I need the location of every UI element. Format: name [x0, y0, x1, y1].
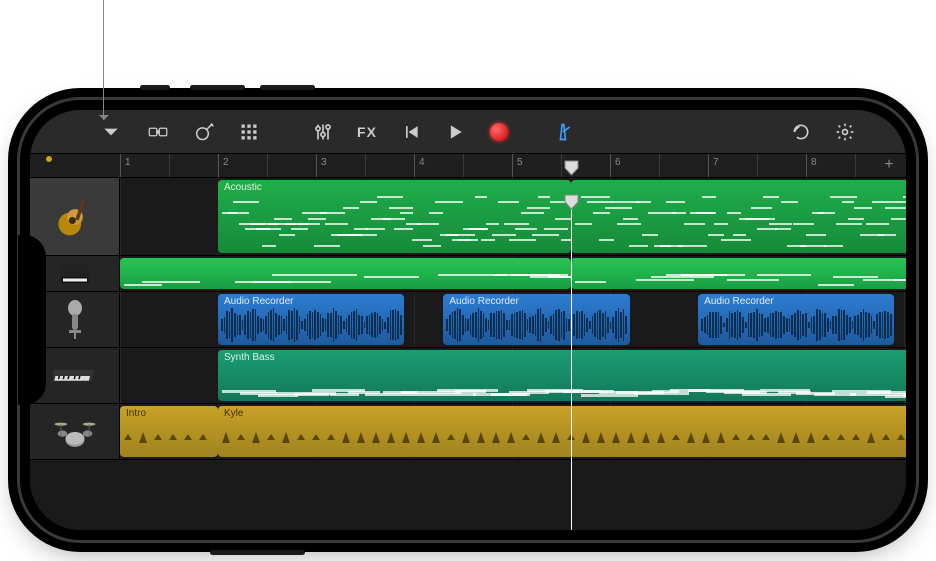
ruler-bar-1: 1: [120, 154, 131, 177]
track-vocal: Audio Recorder Audio Recorder Audio Record…: [30, 292, 906, 348]
track-lane-synthbass[interactable]: Synth Bass: [120, 348, 906, 403]
grand-piano-icon: [57, 261, 93, 287]
app-screen: FX: [30, 110, 906, 530]
region-label: Audio Recorder: [449, 296, 623, 307]
add-section-button[interactable]: +: [880, 156, 898, 174]
region-acoustic-1[interactable]: [571, 180, 906, 253]
browser-button[interactable]: [134, 117, 182, 147]
ruler-bar-3: 3: [316, 154, 327, 177]
tracks-view-button[interactable]: [228, 117, 270, 147]
ruler-bar-6: 6: [610, 154, 621, 177]
region-acoustic-0[interactable]: Acoustic: [218, 180, 571, 253]
instrument-button[interactable]: [184, 117, 226, 147]
annotation-callout-line: [103, 0, 104, 120]
phone-notch: [18, 235, 46, 405]
ruler-bar-2: 2: [218, 154, 229, 177]
region-label: Audio Recorder: [224, 296, 398, 307]
ruler[interactable]: 1 2 3 4 5 6 7 8 +: [30, 154, 906, 178]
region-label: Acoustic: [224, 182, 565, 193]
ruler-playhead-handle[interactable]: [564, 160, 579, 179]
region-drummer-1[interactable]: Kyle: [218, 406, 906, 457]
drum-kit-icon: [53, 415, 97, 449]
track-lane-vocal[interactable]: Audio Recorder Audio Recorder Audio Record…: [120, 292, 906, 347]
playhead[interactable]: [571, 202, 572, 530]
region-label: Synth Bass: [224, 352, 906, 363]
record-button[interactable]: [478, 117, 520, 147]
playhead-handle-icon: [564, 194, 579, 210]
region-label: Kyle: [224, 408, 906, 419]
track-header-drummer[interactable]: [30, 404, 120, 459]
ruler-bar-5: 5: [512, 154, 523, 177]
phone-frame: FX: [20, 100, 916, 540]
loop-browser-button[interactable]: [780, 117, 822, 147]
tracks-area: AcousticAudio RecorderAudio RecorderAudi…: [30, 178, 906, 530]
region-vocal-2[interactable]: Audio Recorder: [698, 294, 894, 345]
phone-volume-up: [190, 85, 245, 90]
track-header-acoustic[interactable]: [30, 178, 120, 255]
track-lane-drummer[interactable]: Intro Kyle: [120, 404, 906, 459]
cycle-marker[interactable]: [46, 156, 52, 162]
settings-button[interactable]: [824, 117, 866, 147]
keyboard-synth-icon: [53, 364, 97, 388]
microphone-icon: [63, 300, 87, 340]
toolbar: FX: [30, 110, 906, 154]
track-lane-acoustic[interactable]: Acoustic: [120, 178, 906, 255]
record-icon: [490, 123, 508, 141]
phone-side-button: [210, 550, 305, 555]
phone-silent-switch: [140, 85, 170, 90]
track-acoustic: Acoustic: [30, 178, 906, 256]
track-keys: [30, 256, 906, 292]
track-controls-button[interactable]: [302, 117, 344, 147]
region-keys-1[interactable]: [571, 258, 906, 289]
region-vocal-0[interactable]: Audio Recorder: [218, 294, 404, 345]
ruler-bar-7: 7: [708, 154, 719, 177]
region-drummer-0[interactable]: Intro: [120, 406, 218, 457]
region-keys-0[interactable]: [120, 258, 571, 289]
phone-volume-down: [260, 85, 315, 90]
track-lane-keys[interactable]: [120, 256, 906, 291]
ruler-bar-4: 4: [414, 154, 425, 177]
region-vocal-1[interactable]: Audio Recorder: [443, 294, 629, 345]
metronome-button[interactable]: [542, 117, 584, 147]
fx-button[interactable]: FX: [346, 117, 388, 147]
region-synthbass-0[interactable]: Synth Bass: [218, 350, 906, 401]
my-songs-button[interactable]: [90, 117, 132, 147]
go-to-beginning-button[interactable]: [390, 117, 432, 147]
region-label: Intro: [126, 408, 212, 419]
region-label: Audio Recorder: [704, 296, 888, 307]
play-button[interactable]: [434, 117, 476, 147]
track-synthbass: Synth Bass: [30, 348, 906, 404]
ruler-bar-8: 8: [806, 154, 817, 177]
track-drummer: Intro Kyle: [30, 404, 906, 460]
acoustic-guitar-icon: [54, 196, 96, 238]
